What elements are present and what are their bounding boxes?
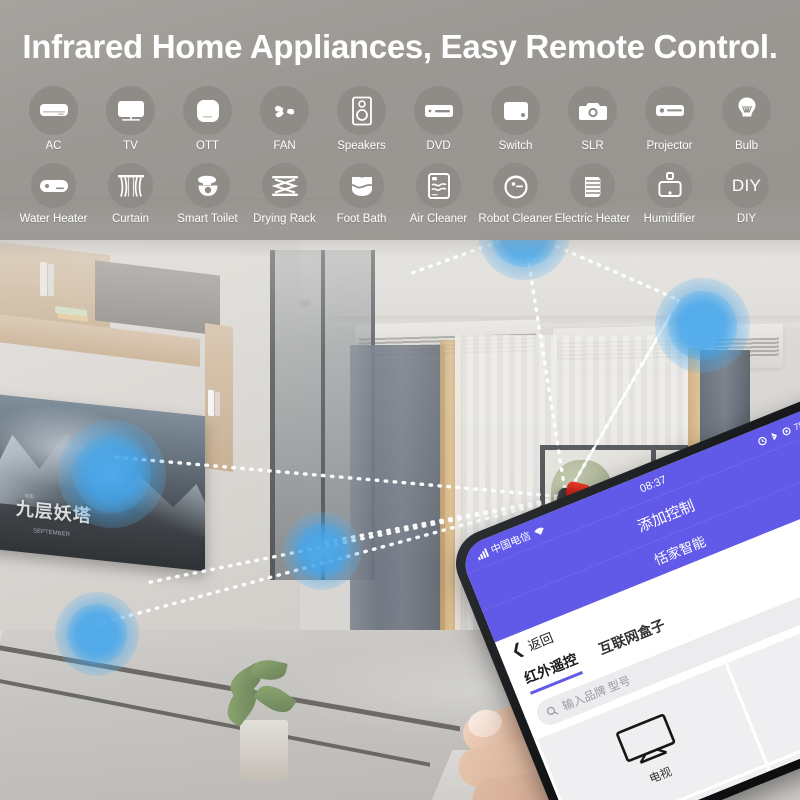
page-title: Infrared Home Appliances, Easy Remote Co… [22, 28, 778, 65]
appliance-item-foot-bath[interactable]: Foot Bath [330, 163, 393, 225]
appliance-label: Electric Heater [554, 213, 631, 225]
battery-percent: 78% [792, 416, 800, 433]
smart-toilet-icon [185, 163, 230, 208]
speaker-icon [337, 86, 386, 135]
appliance-item-drying-rack[interactable]: Drying Rack [253, 163, 316, 225]
appliance-label: FAN [273, 140, 296, 152]
switch-icon [491, 86, 540, 135]
fan-icon [260, 86, 309, 135]
foot-bath-icon [339, 163, 384, 208]
appliance-item-diy[interactable]: DIY DIY [715, 163, 778, 225]
camera-icon [568, 86, 617, 135]
appliance-label: TV [123, 140, 138, 152]
appliance-label: Robot Cleaner [478, 213, 553, 225]
drying-rack-icon [262, 163, 307, 208]
appliance-label: Foot Bath [336, 213, 387, 225]
appliance-item-projector[interactable]: Projector [638, 86, 701, 152]
television: 电影 九层妖塔 SEPTEMBER [0, 393, 205, 572]
appliance-label: Bulb [734, 140, 759, 152]
tv-icon [613, 711, 681, 771]
appliance-item-ac[interactable]: AC [22, 86, 85, 152]
appliance-row-1: AC TV OTT FAN Speakers DVD Switch SLR Pr… [0, 86, 800, 152]
search-icon [546, 706, 559, 715]
alarm-icon [758, 436, 767, 445]
appliance-label: Drying Rack [253, 213, 316, 225]
appliance-label: Water Heater [19, 213, 88, 225]
appliance-label: Smart Toilet [177, 213, 238, 225]
curtain-icon [108, 163, 153, 208]
appliance-label: AC [45, 140, 62, 152]
book [208, 389, 214, 417]
appliance-item-curtain[interactable]: Curtain [99, 163, 162, 225]
water-heater-icon [31, 163, 76, 208]
appliance-item-fan[interactable]: FAN [253, 86, 316, 152]
tv-icon [106, 86, 155, 135]
book [215, 391, 220, 417]
appliance-label: SLR [581, 140, 604, 152]
plant-pot [240, 720, 288, 782]
robot-cleaner-icon [493, 163, 538, 208]
wifi-icon [534, 527, 544, 535]
clock: 08:37 [638, 473, 669, 496]
dvd-player-icon [414, 86, 463, 135]
air-conditioner-icon [29, 86, 78, 135]
appliance-item-robot-cleaner[interactable]: Robot Cleaner [478, 163, 553, 225]
appliance-item-smart-toilet[interactable]: Smart Toilet [176, 163, 239, 225]
appliance-label: Air Cleaner [409, 213, 468, 225]
air-cleaner-icon [416, 163, 461, 208]
chevron-left-icon: ❮ [508, 639, 527, 660]
humidifier-icon [647, 163, 692, 208]
appliance-item-humidifier[interactable]: Humidifier [638, 163, 701, 225]
appliance-item-electric-heater[interactable]: Electric Heater [555, 163, 630, 225]
appliance-label: DVD [426, 140, 451, 152]
appliance-item-tv[interactable]: TV [99, 86, 162, 152]
location-icon [782, 426, 791, 435]
projector-icon [645, 86, 694, 135]
appliance-item-bulb[interactable]: Bulb [715, 86, 778, 152]
appliance-label: Humidifier [643, 213, 696, 225]
electric-heater-icon [570, 163, 615, 208]
book [40, 261, 47, 297]
appliance-item-switch[interactable]: Switch [484, 86, 547, 152]
appliance-item-dvd[interactable]: DVD [407, 86, 470, 152]
device-label: 电视 [647, 766, 674, 786]
appliance-row-2: Water Heater Curtain Smart Toilet Drying… [0, 163, 800, 225]
diy-icon: DIY [724, 163, 769, 208]
appliance-item-slr[interactable]: SLR [561, 86, 624, 152]
appliance-label: Speakers [337, 140, 386, 152]
appliance-label: DIY [736, 213, 757, 225]
appliance-item-speakers[interactable]: Speakers [330, 86, 393, 152]
ott-box-icon [183, 86, 232, 135]
back-label: 返回 [525, 629, 556, 654]
diy-text: DIY [731, 175, 762, 195]
bulb-icon [722, 86, 771, 135]
appliance-label: OTT [196, 140, 219, 152]
appliance-label: Projector [646, 140, 693, 152]
appliance-item-air-cleaner[interactable]: Air Cleaner [407, 163, 470, 225]
appliance-item-water-heater[interactable]: Water Heater [19, 163, 88, 225]
bluetooth-icon [770, 432, 777, 440]
appliance-label: Curtain [111, 213, 150, 225]
promo-image: 电影 九层妖塔 SEPTEMBER Infrared Home Applianc… [0, 0, 800, 800]
appliance-item-ott[interactable]: OTT [176, 86, 239, 152]
appliance-label: Switch [498, 140, 533, 152]
book [48, 263, 54, 297]
signal-icon [477, 547, 490, 560]
